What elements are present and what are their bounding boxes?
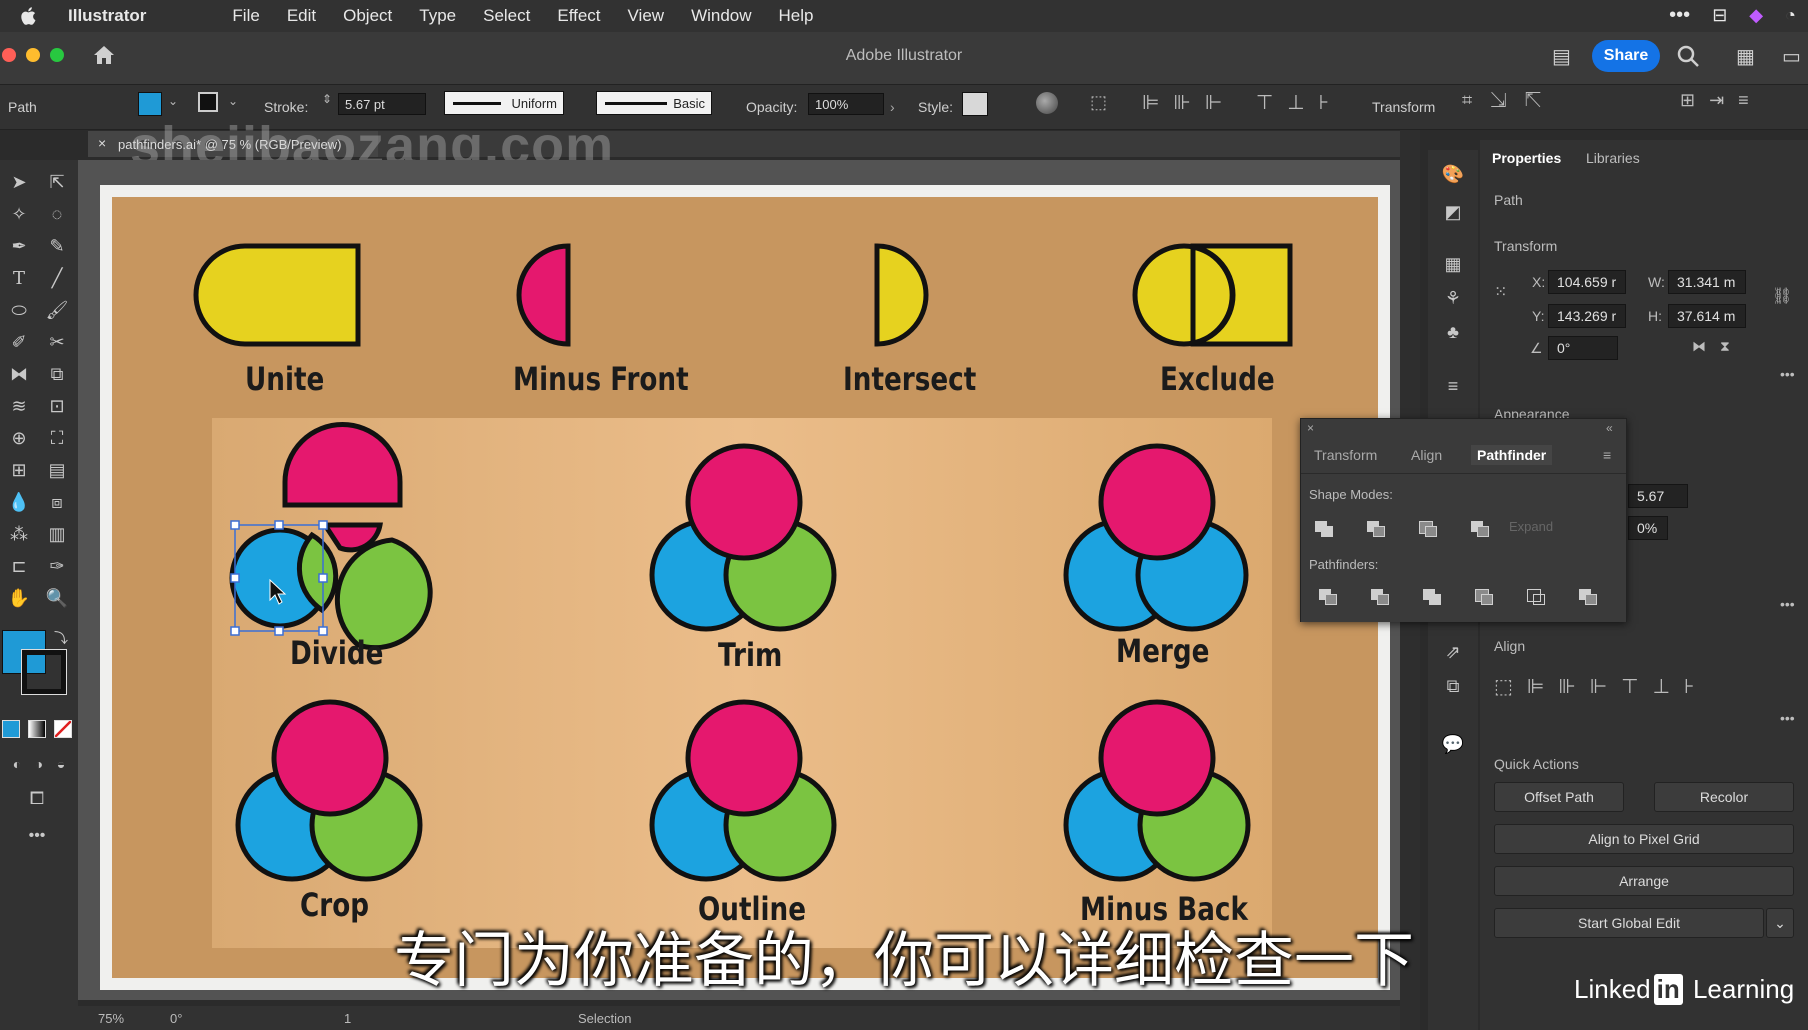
label-trim: Trim xyxy=(718,636,783,674)
artboard-number-field[interactable]: 1 xyxy=(344,1011,351,1026)
label-intersect: Intersect xyxy=(843,360,977,398)
panel-menu-icon[interactable]: ≡ xyxy=(1603,447,1611,463)
x-field[interactable]: 104.659 r xyxy=(1548,270,1626,294)
merge-mode-icon[interactable] xyxy=(1423,589,1441,605)
appearance-opacity-field[interactable]: 0% xyxy=(1628,516,1668,540)
rotation-field[interactable]: 0° xyxy=(170,1011,182,1026)
collapse-panel-icon[interactable]: « xyxy=(1606,421,1613,435)
quick-actions-heading: Quick Actions xyxy=(1494,756,1579,772)
label-minus-front: Minus Front xyxy=(513,360,689,398)
appearance-stroke-field[interactable]: 5.67 xyxy=(1628,484,1688,508)
y-label: Y: xyxy=(1532,308,1545,324)
divide-shape[interactable] xyxy=(229,422,433,651)
rotate-angle-icon: ∠ xyxy=(1530,340,1543,356)
tab-properties[interactable]: Properties xyxy=(1492,150,1561,166)
merge-shape[interactable] xyxy=(1063,443,1249,632)
align-heading: Align xyxy=(1494,638,1526,654)
tab-pathfinder[interactable]: Pathfinder xyxy=(1471,445,1553,465)
flip-horizontal-icon[interactable]: ⧓ xyxy=(1692,338,1706,355)
video-subtitle: 专门为你准备的，你可以详细检查一下 xyxy=(394,926,1414,996)
more-options-icon[interactable]: ••• xyxy=(1780,596,1795,612)
minus-front-mode-icon[interactable] xyxy=(1367,521,1385,537)
crop-mode-icon[interactable] xyxy=(1475,589,1493,605)
trim-mode-icon[interactable] xyxy=(1371,589,1389,605)
outline-mode-icon[interactable] xyxy=(1527,589,1545,605)
intersect-mode-icon[interactable] xyxy=(1419,521,1437,537)
minus-back-shape[interactable] xyxy=(1063,699,1251,882)
unite-shape[interactable] xyxy=(193,243,361,347)
stroke-panel-icon[interactable]: ≡ xyxy=(1440,374,1466,398)
unite-mode-icon[interactable] xyxy=(1315,521,1333,537)
transform-heading: Transform xyxy=(1494,238,1558,254)
label-unite: Unite xyxy=(245,360,325,398)
brushes-icon[interactable]: ⚘ xyxy=(1440,286,1466,310)
arrange-button[interactable]: Arrange xyxy=(1494,866,1794,896)
minus-front-shape[interactable] xyxy=(516,243,571,347)
pathfinders-label: Pathfinders: xyxy=(1309,557,1379,572)
offset-path-button[interactable]: Offset Path xyxy=(1494,782,1624,812)
more-options-icon[interactable]: ••• xyxy=(1780,710,1795,726)
symbols-icon[interactable]: ♣ xyxy=(1440,320,1466,344)
brand-prefix: Linked xyxy=(1574,974,1651,1004)
swatches-icon[interactable]: ▦ xyxy=(1440,252,1466,276)
label-exclude: Exclude xyxy=(1160,360,1275,398)
color-panel-icon[interactable]: 🎨 xyxy=(1440,162,1466,186)
tab-align[interactable]: Align xyxy=(1411,447,1442,463)
flip-vertical-icon[interactable]: ⧗ xyxy=(1720,338,1730,355)
align-panel-buttons[interactable]: ⬚⊫⊪⊩⊤⊥⊦ xyxy=(1494,674,1708,699)
tab-libraries[interactable]: Libraries xyxy=(1586,150,1640,166)
exclude-shape[interactable] xyxy=(1132,243,1293,347)
comments-panel-icon[interactable]: 💬 xyxy=(1440,732,1466,756)
linkedin-learning-logo: Linked in Learning xyxy=(1574,974,1794,1005)
crop-shape[interactable] xyxy=(235,699,423,882)
status-bar: 75% 0° 1 Selection xyxy=(78,1006,1400,1030)
w-field[interactable]: 31.341 m xyxy=(1668,270,1746,294)
pathfinder-panel: × « Transform Align Pathfinder ≡ Shape M… xyxy=(1300,418,1627,622)
rotate-field[interactable]: 0° xyxy=(1548,336,1618,360)
close-panel-icon[interactable]: × xyxy=(1307,421,1314,435)
brand-suffix: Learning xyxy=(1692,974,1795,1004)
selection-kind: Path xyxy=(1494,192,1523,208)
divide-mode-icon[interactable] xyxy=(1319,589,1337,605)
recolor-button[interactable]: Recolor xyxy=(1654,782,1794,812)
exclude-mode-icon[interactable] xyxy=(1471,521,1489,537)
brand-in: in xyxy=(1653,974,1683,1005)
more-options-icon[interactable]: ••• xyxy=(1780,366,1795,382)
h-field[interactable]: 37.614 m xyxy=(1668,304,1746,328)
color-guide-icon[interactable]: ◩ xyxy=(1440,200,1466,224)
label-merge: Merge xyxy=(1116,632,1210,670)
export-icon[interactable]: ⇗ xyxy=(1440,640,1466,664)
shape-modes-label: Shape Modes: xyxy=(1309,487,1393,502)
align-to-pixel-grid-button[interactable]: Align to Pixel Grid xyxy=(1494,824,1794,854)
minus-back-mode-icon[interactable] xyxy=(1579,589,1597,605)
expand-button[interactable]: Expand xyxy=(1509,519,1553,534)
tab-transform[interactable]: Transform xyxy=(1314,447,1377,463)
h-label: H: xyxy=(1648,308,1662,324)
outline-shape[interactable] xyxy=(649,699,837,882)
link-proportions-icon[interactable]: ⛓ xyxy=(1772,286,1792,306)
trim-shape[interactable] xyxy=(649,443,837,632)
current-tool-label: Selection xyxy=(578,1011,632,1026)
y-field[interactable]: 143.269 r xyxy=(1548,304,1626,328)
intersect-shape[interactable] xyxy=(874,243,929,347)
label-divide: Divide xyxy=(290,634,384,672)
reference-point-icon[interactable]: ⁙ xyxy=(1494,282,1507,302)
artboards-icon[interactable]: ⧉ xyxy=(1440,674,1466,698)
x-label: X: xyxy=(1532,274,1546,290)
zoom-field[interactable]: 75% xyxy=(98,1011,124,1026)
w-label: W: xyxy=(1648,274,1665,290)
